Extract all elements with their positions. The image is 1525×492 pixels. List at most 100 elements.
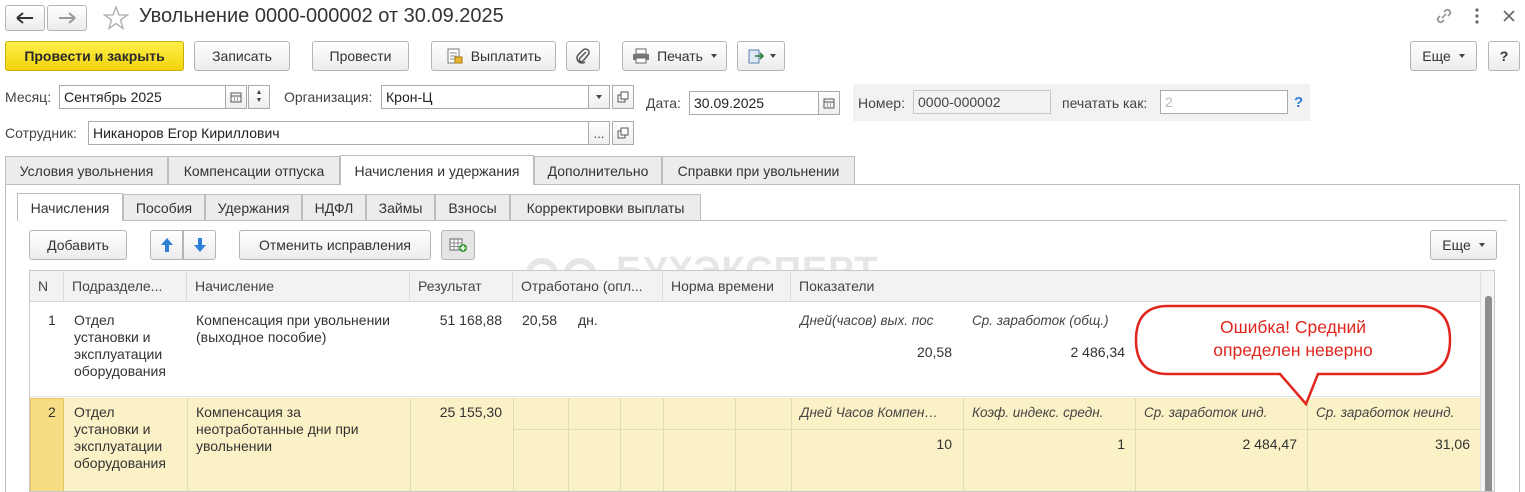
help-question-icon[interactable]: ? — [1294, 94, 1303, 111]
indicator-label: Дней(часов) вых. пос — [800, 313, 934, 328]
print-as-field[interactable]: 2 — [1160, 90, 1288, 114]
move-down-button[interactable] — [183, 230, 216, 260]
number-label: Номер: — [858, 95, 905, 111]
chevron-down-icon — [1458, 54, 1465, 58]
cell-divider — [791, 398, 792, 491]
chevron-down-icon — [710, 54, 717, 58]
department-line: установки и — [74, 329, 151, 345]
tab-accruals-deductions[interactable]: Начисления и удержания — [340, 155, 534, 185]
window-title: Увольнение 0000-000002 от 30.09.2025 — [139, 5, 504, 27]
subtab-loans[interactable]: Займы — [366, 194, 435, 220]
scrollbar-thumb[interactable] — [1485, 296, 1492, 491]
calendar-icon — [823, 98, 835, 109]
department-line: Отдел — [74, 312, 115, 328]
tab-additional[interactable]: Дополнительно — [534, 156, 662, 184]
cell-divider — [735, 398, 736, 491]
department-line: оборудования — [74, 455, 166, 471]
month-field[interactable]: Сентябрь 2025 — [59, 85, 226, 109]
accrual-line: Компенсация при увольнении — [196, 312, 390, 328]
employee-select-button[interactable]: ... — [588, 121, 610, 145]
organization-dropdown-button[interactable] — [588, 85, 610, 109]
employee-label: Сотрудник: — [5, 125, 77, 141]
indicator-label: Дней Часов Компен… — [800, 405, 938, 420]
print-as-label: печатать как: — [1062, 95, 1148, 111]
print-as-placeholder: 2 — [1165, 94, 1173, 110]
number-field[interactable]: 0000-000002 — [913, 90, 1051, 114]
row-number: 1 — [48, 312, 56, 328]
add-button[interactable]: Добавить — [29, 230, 127, 260]
table-more-button[interactable]: Еще — [1430, 230, 1497, 260]
open-window-icon — [617, 91, 629, 103]
row-worked-unit: дн. — [578, 312, 598, 328]
col-header-result[interactable]: Результат — [410, 271, 513, 301]
tab-dismissal-certificates[interactable]: Справки при увольнении — [662, 156, 855, 184]
subtab-accruals[interactable]: Начисления — [17, 193, 123, 221]
attach-button[interactable] — [566, 41, 600, 71]
organization-open-button[interactable] — [612, 85, 634, 109]
more-button-label: Еще — [1422, 48, 1451, 64]
calendar-icon — [230, 92, 242, 103]
organization-field[interactable]: Крон-Ц — [381, 85, 589, 109]
move-up-button[interactable] — [150, 230, 183, 260]
date-label: Дата: — [646, 95, 681, 111]
cell-divider — [963, 398, 964, 491]
subtab-payment-corrections[interactable]: Корректировки выплаты — [510, 194, 701, 220]
row-worked: 20,58 — [522, 312, 558, 328]
pay-button[interactable]: Выплатить — [431, 41, 556, 71]
print-button[interactable]: Печать — [622, 41, 727, 71]
close-icon[interactable] — [1502, 9, 1516, 26]
subtab-benefits[interactable]: Пособия — [123, 194, 205, 220]
subtab-deductions[interactable]: Удержания — [205, 194, 302, 220]
accrual-line: Компенсация за — [196, 404, 301, 420]
col-header-accrual[interactable]: Начисление — [187, 271, 410, 301]
help-button[interactable]: ? — [1488, 41, 1520, 71]
month-label: Месяц: — [5, 89, 52, 105]
row-number: 2 — [48, 404, 56, 420]
col-header-department[interactable]: Подразделе... — [64, 271, 187, 301]
month-stepper[interactable]: ▲ ▼ — [248, 85, 270, 109]
indicator-value: 31,06 — [1434, 436, 1470, 452]
arrow-right-icon — [59, 12, 76, 24]
create-based-on-button[interactable] — [737, 41, 785, 71]
table-settings-button[interactable] — [441, 230, 475, 260]
col-header-worked[interactable]: Отработано (опл... — [513, 271, 663, 301]
callout-text: Ошибка! Средний определен неверно — [1136, 316, 1450, 362]
subtab-contributions[interactable]: Взносы — [435, 194, 510, 220]
row-department: Отдел установки и эксплуатации оборудова… — [74, 312, 166, 380]
cell-divider — [568, 398, 569, 491]
col-header-indicators[interactable]: Показатели — [791, 271, 1480, 301]
indicator-label: Ср. заработок (общ.) — [972, 313, 1109, 328]
stepper-up-icon: ▲ — [255, 89, 263, 96]
date-calendar-button[interactable] — [818, 91, 840, 115]
indicator-value: 2 486,34 — [1070, 344, 1126, 360]
cancel-corrections-button[interactable]: Отменить исправления — [239, 230, 431, 260]
cell-divider — [410, 398, 411, 491]
indicator-value: 10 — [936, 436, 952, 452]
employee-field[interactable]: Никаноров Егор Кириллович — [88, 121, 589, 145]
more-vertical-icon[interactable] — [1472, 6, 1482, 29]
printer-icon — [633, 48, 650, 64]
date-field[interactable]: 30.09.2025 — [689, 91, 819, 115]
tab-vacation-compensation[interactable]: Компенсации отпуска — [168, 156, 340, 184]
tab-dismissal-conditions[interactable]: Условия увольнения — [5, 156, 168, 184]
employee-open-button[interactable] — [612, 121, 634, 145]
back-button[interactable] — [5, 5, 45, 31]
print-button-label: Печать — [657, 48, 703, 64]
col-header-n[interactable]: N — [30, 271, 64, 301]
col-header-time-norm[interactable]: Норма времени — [663, 271, 791, 301]
post-and-close-button[interactable]: Провести и закрыть — [5, 41, 184, 71]
subtab-ndfl[interactable]: НДФЛ — [302, 194, 366, 220]
more-button[interactable]: Еще — [1410, 41, 1477, 71]
favorite-star-icon[interactable] — [102, 5, 130, 34]
save-button[interactable]: Записать — [194, 41, 290, 71]
forward-button[interactable] — [47, 5, 87, 31]
table-scrollbar[interactable] — [1480, 271, 1494, 491]
add-column-icon — [449, 238, 467, 252]
paperclip-icon — [576, 48, 590, 64]
calendar-button[interactable] — [225, 85, 247, 109]
post-button[interactable]: Провести — [312, 41, 409, 71]
table-row-selected[interactable]: 2 Отдел установки и эксплуатации оборудо… — [30, 398, 1480, 491]
link-icon[interactable] — [1434, 6, 1454, 29]
chevron-down-icon — [1478, 243, 1485, 247]
row-department: Отдел установки и эксплуатации оборудова… — [74, 404, 166, 472]
